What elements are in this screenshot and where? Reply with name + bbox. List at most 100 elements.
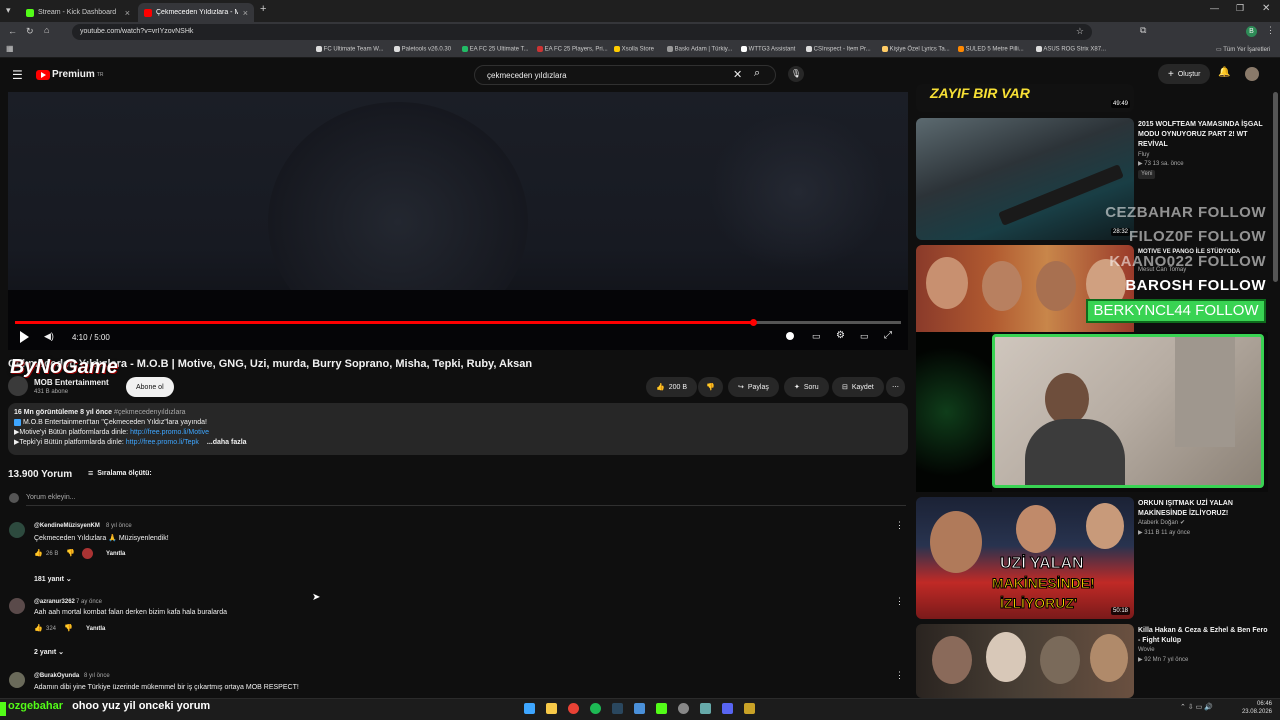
tab-search-icon[interactable]: ▾ bbox=[6, 5, 11, 16]
minimize-window-icon[interactable]: — bbox=[1210, 3, 1219, 13]
description-link[interactable]: http://free.promo.li/Motive bbox=[130, 429, 209, 436]
extensions-icon[interactable]: ⧉ bbox=[1140, 25, 1146, 36]
notifications-bell-icon[interactable]: 🔔 bbox=[1218, 67, 1230, 78]
add-comment-input[interactable]: Yorum ekleyin... bbox=[26, 494, 906, 506]
bookmark-item[interactable]: FC Ultimate Team W... bbox=[316, 46, 384, 53]
sidebar-thumbnail[interactable]: 28:32 bbox=[916, 118, 1134, 240]
search-button-icon[interactable]: ⌕ bbox=[754, 67, 760, 80]
sidebar-thumbnail[interactable]: UZİ YALAN MAKİNESİNDE! İZLİYORUZ' 50:18 bbox=[916, 497, 1134, 619]
spotify-icon[interactable] bbox=[590, 703, 601, 714]
apps-grid-icon[interactable]: ▦ bbox=[6, 44, 14, 53]
close-tab-icon[interactable]: × bbox=[243, 8, 248, 18]
bookmark-item[interactable]: Xsolla Store bbox=[614, 46, 654, 53]
channel-name[interactable]: MOB Entertainment bbox=[34, 378, 109, 387]
comment-author[interactable]: @azranur3262 bbox=[34, 599, 75, 605]
chrome-icon[interactable] bbox=[568, 703, 579, 714]
account-avatar[interactable] bbox=[1245, 67, 1259, 81]
app-icon[interactable] bbox=[744, 703, 755, 714]
comment-dislike-icon[interactable]: 👎 bbox=[64, 624, 73, 632]
comment-menu-icon[interactable]: ⋮ bbox=[895, 520, 904, 531]
back-icon[interactable]: ← bbox=[8, 26, 17, 36]
share-button[interactable]: ↪ Paylaş bbox=[728, 377, 779, 397]
comment-author[interactable]: @KendineMüzisyenKM bbox=[34, 523, 100, 529]
comment-menu-icon[interactable]: ⋮ bbox=[895, 670, 904, 681]
subscribe-button[interactable]: Abone ol bbox=[126, 377, 174, 397]
description-hashtag[interactable]: #çekmecedenyıldızlara bbox=[114, 409, 186, 416]
save-button[interactable]: ⊟ Kaydet bbox=[832, 377, 884, 397]
sidebar-channel[interactable]: Fluy bbox=[1138, 151, 1149, 160]
comment-like-icon[interactable]: 👍 bbox=[34, 549, 43, 557]
restore-window-icon[interactable]: ❐ bbox=[1236, 3, 1244, 14]
windows-start-icon[interactable] bbox=[524, 703, 535, 714]
sidebar-channel[interactable]: Wovie bbox=[1138, 646, 1155, 655]
theater-mode-icon[interactable]: ▭ bbox=[860, 331, 869, 342]
autoplay-toggle-icon[interactable] bbox=[786, 332, 794, 340]
sort-by-button[interactable]: ≡ Sıralama ölçütü: bbox=[88, 468, 152, 478]
show-more-link[interactable]: ...daha fazla bbox=[207, 439, 247, 446]
tray-icons[interactable]: ⌃ ⇩ ▭ 🔊 bbox=[1180, 703, 1213, 711]
clear-search-icon[interactable]: ✕ bbox=[733, 68, 742, 81]
sidebar-channel[interactable]: Ataberk Doğan bbox=[1138, 519, 1178, 528]
subtitles-icon[interactable]: ▭ bbox=[812, 331, 821, 342]
replies-toggle[interactable]: 181 yanıt ⌄ bbox=[34, 575, 72, 583]
comment-like-icon[interactable]: 👍 bbox=[34, 624, 43, 632]
menu-dots-icon[interactable]: ⋮ bbox=[1266, 25, 1275, 36]
page-scrollbar[interactable] bbox=[1273, 92, 1278, 282]
play-icon[interactable] bbox=[20, 331, 29, 343]
sidebar-thumbnail[interactable] bbox=[916, 624, 1134, 698]
youtube-logo[interactable]: Premium TR bbox=[36, 69, 103, 80]
volume-icon[interactable]: ◀) bbox=[44, 331, 54, 342]
description-box[interactable]: 16 Mn görüntüleme 8 yıl önce #çekmeceden… bbox=[8, 403, 908, 455]
progress-scrubber[interactable] bbox=[750, 319, 758, 326]
sidebar-video-title[interactable]: ORKUN IŞITMAK UZİ YALAN MAKİNESİNDE İZLİ… bbox=[1138, 499, 1268, 519]
channel-avatar[interactable] bbox=[8, 376, 28, 396]
close-window-icon[interactable]: ✕ bbox=[1262, 3, 1270, 14]
bookmark-item[interactable]: CSInspect - Item Pr... bbox=[806, 46, 871, 53]
tab-youtube-video[interactable]: Çekmeceden Yıldızlara - M.O.B × bbox=[138, 3, 254, 22]
discord-icon[interactable] bbox=[722, 703, 733, 714]
clock[interactable]: 06:46 23.08.2026 bbox=[1240, 700, 1272, 716]
ask-button[interactable]: ✦ Soru bbox=[784, 377, 829, 397]
mic-icon[interactable]: 🎙 bbox=[788, 66, 804, 82]
bookmark-item[interactable]: ASUS ROG Strix X87... bbox=[1036, 46, 1106, 53]
reply-button[interactable]: Yanıtla bbox=[86, 626, 105, 632]
comment-avatar[interactable] bbox=[9, 598, 25, 614]
dislike-button[interactable]: 👎 bbox=[698, 377, 723, 397]
sidebar-video-title[interactable]: 2015 WOLFTEAM YAMASINDA İŞGAL MODU OYNUY… bbox=[1138, 120, 1268, 150]
close-tab-icon[interactable]: × bbox=[125, 8, 130, 18]
create-button[interactable]: + Oluştur bbox=[1158, 64, 1211, 84]
bookmarks-folder[interactable]: ▭ Tüm Yer İşaretleri bbox=[1216, 46, 1270, 53]
replies-toggle[interactable]: 2 yanıt ⌄ bbox=[34, 648, 64, 656]
profile-avatar[interactable]: B bbox=[1246, 26, 1257, 37]
url-field[interactable]: youtube.com/watch?v=vrIYzovNSHk ☆ bbox=[72, 24, 1092, 40]
sidebar-thumbnail[interactable]: ZAYIF BIR VAR 49:49 bbox=[916, 84, 1134, 112]
like-button[interactable]: 👍 200 B bbox=[646, 377, 698, 397]
comment-dislike-icon[interactable]: 👎 bbox=[66, 549, 75, 557]
reload-icon[interactable]: ↻ bbox=[26, 26, 34, 37]
comment-author[interactable]: @BurakOyunda bbox=[34, 673, 79, 679]
progress-bar[interactable] bbox=[15, 319, 901, 326]
kick-app-icon[interactable] bbox=[656, 703, 667, 714]
reply-button[interactable]: Yanıtla bbox=[106, 551, 125, 557]
tab-kick-dashboard[interactable]: Stream - Kick Dashboard × bbox=[20, 3, 136, 22]
bookmark-item[interactable]: Baskı Adam | Türkiy... bbox=[667, 46, 732, 53]
video-player[interactable] bbox=[8, 92, 908, 350]
comment-menu-icon[interactable]: ⋮ bbox=[895, 596, 904, 607]
new-tab-icon[interactable]: + bbox=[260, 3, 266, 15]
app-icon[interactable] bbox=[634, 703, 645, 714]
file-explorer-icon[interactable] bbox=[546, 703, 557, 714]
comment-avatar[interactable] bbox=[9, 672, 25, 688]
home-icon[interactable]: ⌂ bbox=[44, 25, 49, 35]
description-link[interactable]: http://free.promo.li/Tepk bbox=[126, 439, 199, 446]
app-icon[interactable] bbox=[678, 703, 689, 714]
hamburger-menu-icon[interactable]: ☰ bbox=[12, 68, 23, 82]
settings-gear-icon[interactable]: ⚙ bbox=[836, 330, 845, 341]
steam-icon[interactable] bbox=[612, 703, 623, 714]
bookmark-item[interactable]: SULED 5 Metre Pilli... bbox=[958, 46, 1024, 53]
bookmark-item[interactable]: Kişiye Özel Lyrics Ta... bbox=[882, 46, 950, 53]
bookmark-item[interactable]: EA FC 25 Players, Pri... bbox=[537, 46, 608, 53]
bookmark-item[interactable]: EA FC 25 Ultimate T... bbox=[462, 46, 529, 53]
bookmark-item[interactable]: WTTG3 Assistant bbox=[741, 46, 795, 53]
sidebar-video-title[interactable]: Killa Hakan & Ceza & Ezhel & Ben Fero - … bbox=[1138, 626, 1268, 646]
search-input[interactable]: çekmeceden yıldızlara ✕ bbox=[474, 65, 776, 85]
